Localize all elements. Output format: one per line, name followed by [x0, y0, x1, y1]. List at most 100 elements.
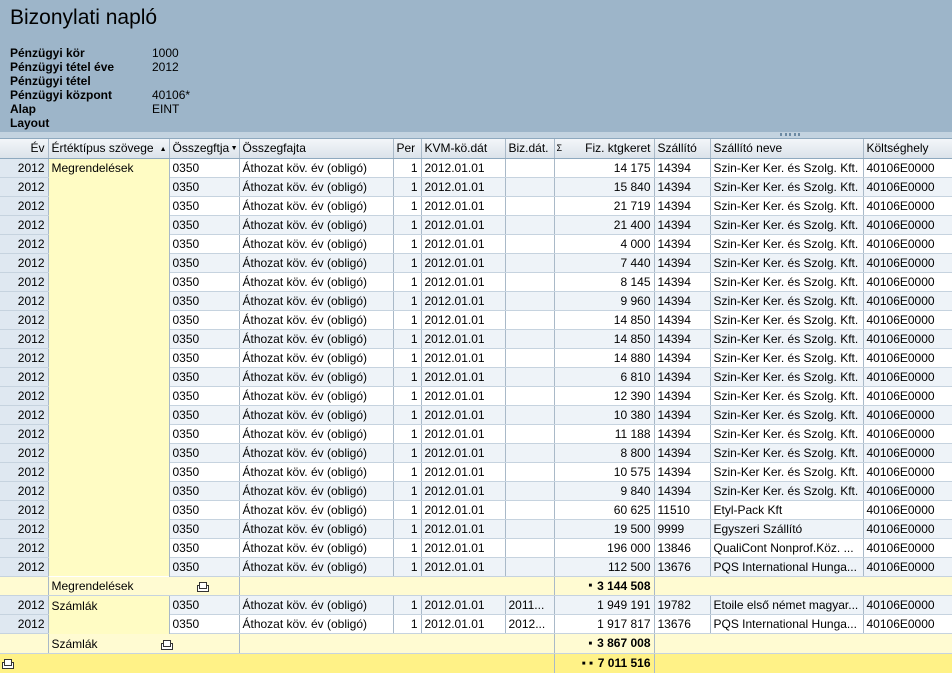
cell-posting-date[interactable]: 2012.01.01 — [421, 538, 506, 558]
cell-vendor-name[interactable]: Szin-Ker Ker. és Szolg. Kft. — [710, 310, 864, 330]
cell-period[interactable]: 1 — [393, 519, 422, 539]
col-header-cost-center[interactable]: Költséghely — [863, 139, 952, 159]
cell-amount-type[interactable]: Áthozat köv. év (obligó) — [239, 291, 394, 311]
cell-posting-date[interactable]: 2012.01.01 — [421, 614, 506, 635]
cell-posting-date[interactable]: 2012.01.01 — [421, 291, 506, 311]
cell-vendor-name[interactable]: Szin-Ker Ker. és Szolg. Kft. — [710, 443, 864, 463]
cell-value-type-text[interactable] — [48, 424, 170, 443]
cell-amount-type[interactable]: Áthozat köv. év (obligó) — [239, 557, 394, 577]
cell-value-type-text[interactable] — [48, 291, 170, 310]
cell-amount-type[interactable]: Áthozat köv. év (obligó) — [239, 424, 394, 444]
cell-period[interactable]: 1 — [393, 310, 422, 330]
printer-icon[interactable] — [1, 659, 14, 670]
cell-amount-type[interactable]: Áthozat köv. év (obligó) — [239, 215, 394, 235]
cell-vendor-name[interactable]: Szin-Ker Ker. és Szolg. Kft. — [710, 367, 864, 387]
cell-value-type-text[interactable] — [48, 253, 170, 272]
cell-year[interactable]: 2012 — [0, 462, 49, 482]
cell-value-type-text[interactable] — [48, 519, 170, 538]
cell-value-type-text[interactable] — [48, 272, 170, 291]
table-row[interactable]: 2012 0350 Áthozat köv. év (obligó) 1 2012.01… — [0, 272, 952, 292]
cell-document-date[interactable] — [505, 519, 555, 539]
cell-posting-date[interactable]: 2012.01.01 — [421, 215, 506, 235]
cell-posting-date[interactable]: 2012.01.01 — [421, 424, 506, 444]
cell-vendor[interactable]: 14394 — [654, 253, 711, 273]
cell-vendor[interactable]: 19782 — [654, 595, 711, 616]
cell-value-type-text[interactable] — [48, 462, 170, 481]
cell-vendor[interactable]: 14394 — [654, 424, 711, 444]
cell-cost-center[interactable]: 40106E0000 — [863, 234, 952, 254]
cell-amount-type-code[interactable]: 0350 — [169, 519, 240, 539]
cell-posting-date[interactable]: 2012.01.01 — [421, 481, 506, 501]
cell-document-date[interactable] — [505, 272, 555, 292]
cell-period[interactable]: 1 — [393, 272, 422, 292]
cell-cost-center[interactable]: 40106E0000 — [863, 196, 952, 216]
cell-period[interactable]: 1 — [393, 348, 422, 368]
cell-vendor-name[interactable]: Szin-Ker Ker. és Szolg. Kft. — [710, 291, 864, 311]
cell-period[interactable]: 1 — [393, 196, 422, 216]
table-row[interactable]: 2012 0350 Áthozat köv. év (obligó) 1 2012.01… — [0, 310, 952, 330]
cell-amount-type[interactable]: Áthozat köv. év (obligó) — [239, 405, 394, 425]
cell-payment-budget[interactable]: 4 000 — [554, 234, 655, 254]
cell-vendor-name[interactable]: Etoile első német magyar... — [710, 595, 864, 616]
cell-vendor[interactable]: 14394 — [654, 348, 711, 368]
table-row[interactable]: 2012 0350 Áthozat köv. év (obligó) 1 2012.01… — [0, 481, 952, 501]
cell-amount-type[interactable]: Áthozat köv. év (obligó) — [239, 595, 394, 616]
cell-value-type-text[interactable] — [48, 367, 170, 386]
table-row[interactable]: 2012 0350 Áthozat köv. év (obligó) 1 2012.01… — [0, 196, 952, 216]
cell-period[interactable]: 1 — [393, 595, 422, 616]
table-row[interactable]: 2012 0350 Áthozat köv. év (obligó) 1 2012.01… — [0, 253, 952, 273]
cell-amount-type-code[interactable]: 0350 — [169, 234, 240, 254]
cell-period[interactable]: 1 — [393, 481, 422, 501]
cell-value-type-text[interactable] — [48, 177, 170, 196]
cell-payment-budget[interactable]: 14 880 — [554, 348, 655, 368]
cell-payment-budget[interactable]: 9 960 — [554, 291, 655, 311]
cell-amount-type-code[interactable]: 0350 — [169, 614, 240, 635]
cell-amount-type-code[interactable]: 0350 — [169, 215, 240, 235]
cell-payment-budget[interactable]: 11 188 — [554, 424, 655, 444]
cell-payment-budget[interactable]: 10 380 — [554, 405, 655, 425]
cell-payment-budget[interactable]: 10 575 — [554, 462, 655, 482]
cell-cost-center[interactable]: 40106E0000 — [863, 272, 952, 292]
cell-posting-date[interactable]: 2012.01.01 — [421, 348, 506, 368]
cell-document-date[interactable] — [505, 557, 555, 577]
cell-amount-type-code[interactable]: 0350 — [169, 291, 240, 311]
cell-value-type-text[interactable] — [48, 443, 170, 462]
cell-cost-center[interactable]: 40106E0000 — [863, 329, 952, 349]
cell-posting-date[interactable]: 2012.01.01 — [421, 272, 506, 292]
cell-posting-date[interactable]: 2012.01.01 — [421, 234, 506, 254]
cell-vendor[interactable]: 9999 — [654, 519, 711, 539]
cell-vendor-name[interactable]: Szin-Ker Ker. és Szolg. Kft. — [710, 348, 864, 368]
cell-vendor-name[interactable]: Szin-Ker Ker. és Szolg. Kft. — [710, 158, 864, 178]
cell-posting-date[interactable]: 2012.01.01 — [421, 405, 506, 425]
table-row[interactable]: 2012 0350 Áthozat köv. év (obligó) 1 2012.01… — [0, 462, 952, 482]
col-header-amount-type-code[interactable]: Összegftja ▼ — [169, 139, 240, 159]
cell-payment-budget[interactable]: 14 850 — [554, 310, 655, 330]
cell-cost-center[interactable]: 40106E0000 — [863, 538, 952, 558]
cell-posting-date[interactable]: 2012.01.01 — [421, 253, 506, 273]
cell-amount-type-code[interactable]: 0350 — [169, 424, 240, 444]
cell-value-type-text[interactable] — [48, 215, 170, 234]
cell-amount-type[interactable]: Áthozat köv. év (obligó) — [239, 177, 394, 197]
cell-document-date[interactable] — [505, 424, 555, 444]
cell-amount-type[interactable]: Áthozat köv. év (obligó) — [239, 196, 394, 216]
cell-year[interactable]: 2012 — [0, 538, 49, 558]
cell-value-type-text[interactable] — [48, 386, 170, 405]
cell-amount-type[interactable]: Áthozat köv. év (obligó) — [239, 310, 394, 330]
cell-vendor[interactable]: 14394 — [654, 215, 711, 235]
cell-amount-type[interactable]: Áthozat köv. év (obligó) — [239, 519, 394, 539]
cell-vendor-name[interactable]: Szin-Ker Ker. és Szolg. Kft. — [710, 234, 864, 254]
table-row[interactable]: 2012 0350 Áthozat köv. év (obligó) 1 2012.01… — [0, 329, 952, 349]
col-header-amount-type[interactable]: Összegfajta — [239, 139, 394, 159]
cell-vendor[interactable]: 14394 — [654, 310, 711, 330]
cell-value-type-text[interactable] — [48, 310, 170, 329]
cell-value-type-text[interactable] — [48, 348, 170, 367]
cell-cost-center[interactable]: 40106E0000 — [863, 614, 952, 635]
cell-payment-budget[interactable]: 196 000 — [554, 538, 655, 558]
cell-cost-center[interactable]: 40106E0000 — [863, 481, 952, 501]
cell-amount-type-code[interactable]: 0350 — [169, 196, 240, 216]
cell-value-type-text[interactable] — [48, 329, 170, 348]
cell-vendor-name[interactable]: QualiCont Nonprof.Köz. ... — [710, 538, 864, 558]
cell-document-date[interactable] — [505, 196, 555, 216]
cell-posting-date[interactable]: 2012.01.01 — [421, 310, 506, 330]
cell-document-date[interactable]: 2012... — [505, 614, 555, 635]
